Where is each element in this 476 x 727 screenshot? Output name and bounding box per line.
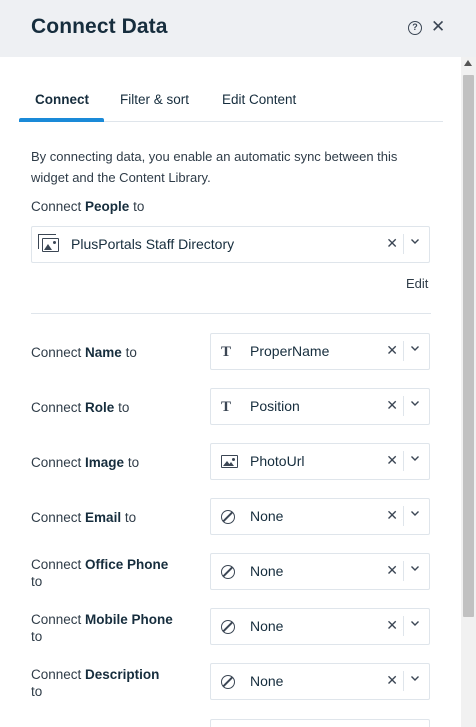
- label-bold: Office Phone: [85, 557, 169, 572]
- tab-edit-content[interactable]: Edit Content: [222, 92, 296, 107]
- chevron-down-icon[interactable]: [409, 507, 421, 519]
- collection-label-suffix: to: [129, 199, 145, 214]
- select-divider: [403, 396, 404, 416]
- panel-header: Connect Data ? ✕: [0, 0, 476, 57]
- field-value: None: [250, 673, 284, 689]
- section-divider: [31, 313, 431, 314]
- field-label-name: Connect Name to: [31, 344, 201, 361]
- label-prefix: Connect: [31, 345, 86, 360]
- none-icon: [221, 618, 235, 636]
- tab-bar: Connect Filter & sort Edit Content: [19, 86, 443, 122]
- collection-label-prefix: Connect: [31, 199, 86, 214]
- clear-icon[interactable]: ✕: [386, 672, 398, 689]
- help-icon[interactable]: ?: [408, 21, 422, 35]
- field-label-image: Connect Image to: [31, 454, 201, 471]
- field-label-mobile-phone: Connect Mobile Phone to: [31, 611, 201, 645]
- collection-value: PlusPortals Staff Directory: [71, 236, 235, 252]
- label-prefix: Connect: [31, 667, 86, 682]
- panel-title: Connect Data: [31, 15, 168, 38]
- field-select-description[interactable]: None ✕: [210, 663, 430, 700]
- field-select-office-phone[interactable]: None ✕: [210, 553, 430, 590]
- active-tab-indicator: [19, 118, 104, 122]
- chevron-down-icon[interactable]: [409, 235, 421, 247]
- label-bold: Description: [85, 667, 160, 682]
- field-value: PhotoUrl: [250, 453, 305, 469]
- label-bold: Name: [85, 345, 122, 360]
- chevron-down-icon[interactable]: [409, 342, 421, 354]
- label-bold: Role: [85, 400, 115, 415]
- chevron-down-icon[interactable]: [409, 617, 421, 629]
- field-label-description: Connect Description to: [31, 666, 201, 700]
- select-divider: [403, 341, 404, 361]
- label-bold: Mobile Phone: [85, 612, 173, 627]
- scrollbar-thumb[interactable]: [463, 75, 474, 617]
- collection-label-bold: People: [85, 199, 130, 214]
- tab-connect[interactable]: Connect: [35, 92, 89, 107]
- field-select-role[interactable]: T Position ✕: [210, 388, 430, 425]
- clear-icon[interactable]: ✕: [386, 342, 398, 359]
- field-select-email[interactable]: None ✕: [210, 498, 430, 535]
- label-prefix: Connect: [31, 510, 86, 525]
- label-prefix: Connect: [31, 612, 86, 627]
- close-icon[interactable]: ✕: [431, 17, 445, 37]
- chevron-down-icon[interactable]: [409, 562, 421, 574]
- clear-icon[interactable]: ✕: [386, 397, 398, 414]
- field-label-email: Connect Email to: [31, 509, 201, 526]
- image-icon: [221, 453, 238, 470]
- chevron-down-icon[interactable]: [409, 452, 421, 464]
- collection-select[interactable]: PlusPortals Staff Directory ✕: [31, 226, 430, 263]
- tab-filter-sort[interactable]: Filter & sort: [120, 92, 189, 107]
- chevron-down-icon[interactable]: [409, 397, 421, 409]
- none-icon: [221, 673, 235, 691]
- panel-body: Connect Filter & sort Edit Content By co…: [0, 57, 461, 727]
- text-icon: T: [221, 399, 232, 415]
- field-select-partial[interactable]: [210, 719, 430, 727]
- label-prefix: Connect: [31, 455, 86, 470]
- field-value: ProperName: [250, 343, 330, 359]
- field-label-office-phone: Connect Office Phone to: [31, 556, 201, 590]
- intro-text: By connecting data, you enable an automa…: [31, 149, 398, 185]
- field-value: None: [250, 563, 284, 579]
- select-divider: [403, 561, 404, 581]
- clear-icon[interactable]: ✕: [386, 507, 398, 524]
- field-select-image[interactable]: PhotoUrl ✕: [210, 443, 430, 480]
- label-suffix: to: [31, 574, 43, 589]
- clear-icon[interactable]: ✕: [386, 617, 398, 634]
- vertical-scrollbar[interactable]: [461, 57, 476, 727]
- label-prefix: Connect: [31, 400, 86, 415]
- text-icon: T: [221, 344, 232, 360]
- field-value: Position: [250, 398, 300, 414]
- field-select-name[interactable]: T ProperName ✕: [210, 333, 430, 370]
- collection-label: Connect People to: [31, 199, 144, 214]
- scroll-up-arrow-icon[interactable]: [464, 60, 472, 66]
- collection-icon: [38, 234, 59, 254]
- select-divider: [403, 234, 404, 254]
- label-prefix: Connect: [31, 557, 86, 572]
- label-suffix: to: [31, 629, 43, 644]
- label-suffix: to: [121, 510, 137, 525]
- field-value: None: [250, 618, 284, 634]
- chevron-down-icon[interactable]: [409, 672, 421, 684]
- label-suffix: to: [114, 400, 130, 415]
- label-suffix: to: [124, 455, 140, 470]
- label-suffix: to: [31, 684, 43, 699]
- clear-icon[interactable]: ✕: [386, 452, 398, 469]
- field-label-role: Connect Role to: [31, 399, 201, 416]
- edit-collection-link[interactable]: Edit: [406, 276, 428, 291]
- select-divider: [403, 671, 404, 691]
- clear-icon[interactable]: ✕: [386, 562, 398, 579]
- clear-icon[interactable]: ✕: [386, 235, 398, 252]
- field-value: None: [250, 508, 284, 524]
- label-bold: Email: [85, 510, 122, 525]
- none-icon: [221, 508, 235, 526]
- label-suffix: to: [121, 345, 137, 360]
- none-icon: [221, 563, 235, 581]
- select-divider: [403, 506, 404, 526]
- select-divider: [403, 451, 404, 471]
- field-select-mobile-phone[interactable]: None ✕: [210, 608, 430, 645]
- select-divider: [403, 616, 404, 636]
- label-bold: Image: [85, 455, 125, 470]
